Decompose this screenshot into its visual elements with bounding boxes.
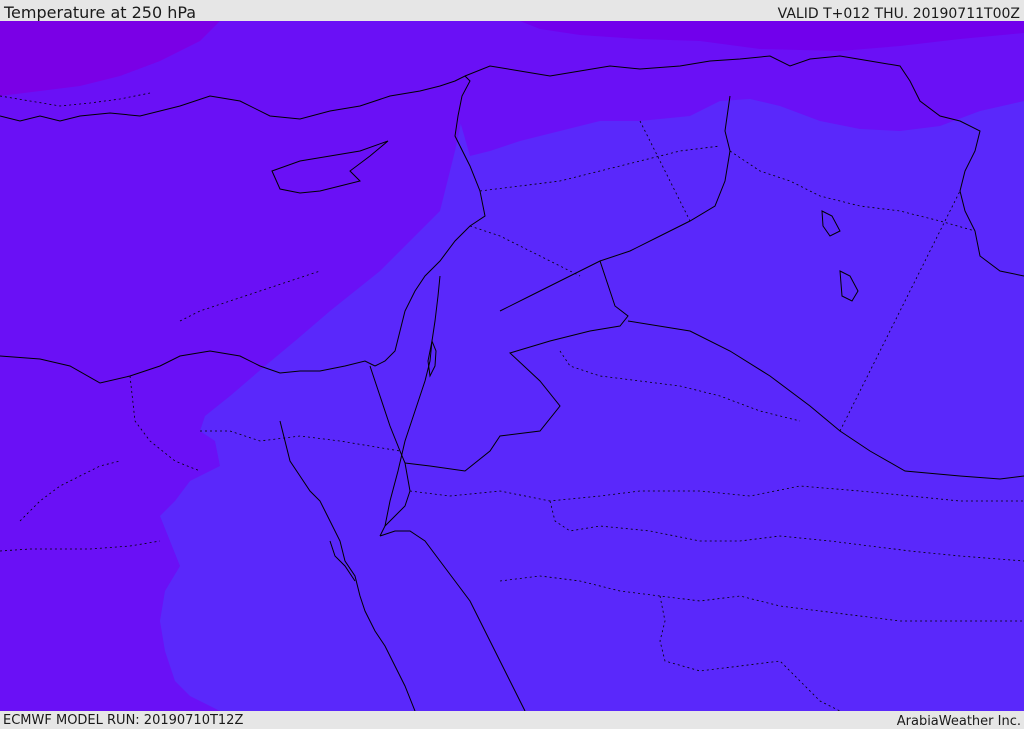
map-viewer: Temperature at 250 hPa VALID T+012 THU. …: [0, 0, 1024, 729]
credit-label: ArabiaWeather Inc.: [896, 714, 1021, 729]
temperature-map[interactable]: [0, 21, 1024, 711]
valid-time-label: VALID T+012 THU. 20190711T00Z: [777, 6, 1020, 22]
model-run-label: ECMWF MODEL RUN: 20190710T12Z: [3, 713, 244, 728]
footer-bar: ECMWF MODEL RUN: 20190710T12Z ArabiaWeat…: [0, 711, 1024, 729]
header-bar: Temperature at 250 hPa VALID T+012 THU. …: [0, 0, 1024, 22]
map-title: Temperature at 250 hPa: [4, 3, 197, 22]
